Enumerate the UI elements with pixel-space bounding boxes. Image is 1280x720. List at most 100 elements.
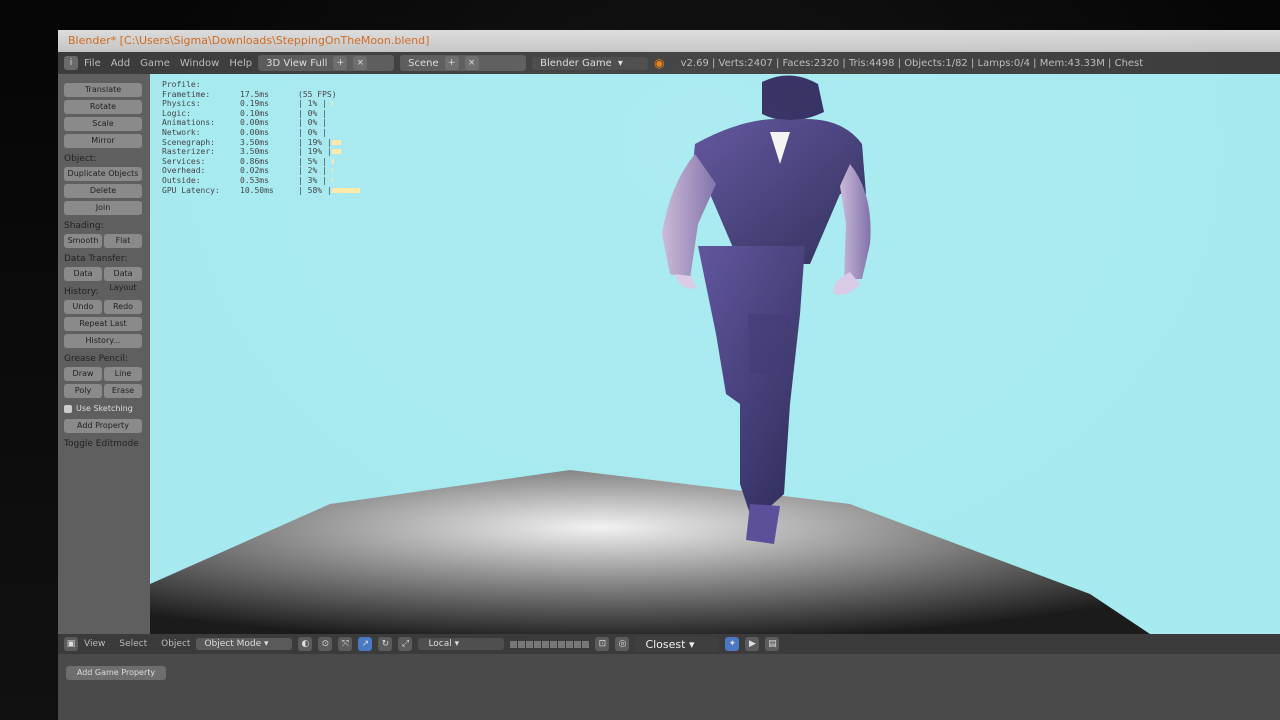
transform-orientation-select[interactable]: Local ▾ <box>418 638 505 650</box>
blender-logo-icon: ◉ <box>654 56 665 70</box>
add-game-property-button[interactable]: Add Game Property <box>66 666 166 680</box>
tool-button[interactable]: Undo <box>64 300 102 314</box>
tool-button[interactable]: Line <box>104 367 142 381</box>
tool-button[interactable]: Join <box>64 201 142 215</box>
tool-button-row: Draw Line <box>64 367 144 381</box>
manipulator-icon[interactable]: ⤧ <box>338 637 353 651</box>
header-menu-window[interactable]: Window <box>180 58 219 69</box>
tool-button[interactable]: Redo <box>104 300 142 314</box>
add-icon[interactable]: + <box>444 56 459 70</box>
snap-icon[interactable]: ✦ <box>725 637 740 651</box>
profile-pct: (55 FPS) <box>298 89 337 99</box>
mode-label: Object Mode <box>204 639 262 649</box>
tool-button[interactable]: Rotate <box>64 100 142 114</box>
profile-ms: 0.00ms <box>240 118 269 128</box>
logic-editor: Add Game Property <box>58 654 1280 720</box>
profile-name: Rasterizer: <box>162 147 215 157</box>
tool-checkbox[interactable]: Use Sketching <box>64 404 144 413</box>
tool-shelf: Translate Rotate Scale Mirror Object: Duplica… <box>58 74 150 634</box>
tool-button[interactable]: Repeat Last <box>64 317 142 331</box>
profile-pct: | 1% | <box>298 99 327 109</box>
profile-ms: 3.50ms <box>240 137 269 147</box>
3d-viewport[interactable]: Profile: Frametime: 17.5ms (55 FPS) Physics… <box>150 74 1280 634</box>
profile-row: Overhead: 0.02ms | 2% | <box>162 166 360 176</box>
header-menu-help[interactable]: Help <box>229 58 252 69</box>
pivot-point-icon[interactable]: ⊙ <box>318 637 333 651</box>
close-icon[interactable]: × <box>353 56 368 70</box>
render-engine-select[interactable]: Blender Game ▾ <box>532 56 649 70</box>
profile-pct: | 2% | <box>298 166 327 176</box>
viewport-header: ▣ View Select Object Object Mode ▾ ◐ ⊙ ⤧ ↗… <box>58 634 1280 654</box>
tool-section-label: Data Transfer: <box>64 254 128 264</box>
profile-pct: | 19% | <box>298 137 332 147</box>
profile-row: Scenegraph: 3.50ms | 19% | <box>162 138 360 148</box>
viewport-menu-view[interactable]: View <box>84 639 105 649</box>
editor-type-icon[interactable]: ▣ <box>64 637 78 651</box>
tool-button[interactable]: Delete <box>64 184 142 198</box>
header-menu-file[interactable]: File <box>84 58 101 69</box>
header-menu-game[interactable]: Game <box>140 58 170 69</box>
translate-manipulator-icon[interactable]: ↗ <box>358 637 373 651</box>
profile-ms: 0.00ms <box>240 127 269 137</box>
camera-icon[interactable]: ▤ <box>765 637 780 651</box>
screen-layout-select[interactable]: 3D View Full + × <box>258 55 395 71</box>
profile-pct: | 3% | <box>298 175 327 185</box>
chevron-down-icon: ▾ <box>688 637 695 651</box>
viewport-menu-select[interactable]: Select <box>119 639 147 649</box>
proportional-edit-icon[interactable]: ◎ <box>615 637 630 651</box>
editor-type-icon[interactable]: i <box>64 56 78 70</box>
profile-pct: | 0% | <box>298 108 327 118</box>
profile-title: Profile: <box>162 80 201 89</box>
snap-target-select[interactable]: Closest ▾ <box>635 636 720 652</box>
scene-label: Scene <box>408 57 439 69</box>
scale-manipulator-icon[interactable]: ⤢ <box>398 637 413 651</box>
tool-button[interactable]: Poly <box>64 384 102 398</box>
shading-solid-icon[interactable]: ◐ <box>298 637 313 651</box>
engine-label: Blender Game <box>540 57 612 69</box>
info-header: i File Add Game Window Help 3D View Full + ×… <box>58 52 1280 74</box>
profile-name: Services: <box>162 156 206 166</box>
tool-button[interactable]: Flat <box>104 234 142 248</box>
profile-ms: 17.5ms <box>240 89 269 99</box>
viewport-menu-object[interactable]: Object <box>161 639 190 649</box>
close-icon[interactable]: × <box>464 56 479 70</box>
tool-button[interactable]: Duplicate Objects <box>64 167 142 181</box>
lock-camera-icon[interactable]: ⊡ <box>595 637 610 651</box>
chevron-down-icon: ▾ <box>617 57 623 69</box>
scene-select[interactable]: Scene + × <box>400 55 527 71</box>
tool-button-row: Undo Redo <box>64 300 144 314</box>
profile-row: Outside: 0.53ms | 3% | <box>162 176 360 186</box>
header-menu-add[interactable]: Add <box>111 58 130 69</box>
profile-pct: | 0% | <box>298 127 327 137</box>
checkbox-label: Use Sketching <box>76 404 133 413</box>
tool-button[interactable]: Data Layout <box>104 267 142 292</box>
tool-button[interactable]: Mirror <box>64 134 142 148</box>
tool-button[interactable]: Add Property <box>64 419 142 433</box>
profile-name: Physics: <box>162 99 201 109</box>
tool-button[interactable]: History... <box>64 334 142 348</box>
profile-name: Frametime: <box>162 89 211 99</box>
render-icon[interactable]: ▶ <box>745 637 760 651</box>
profile-row: Network: 0.00ms | 0% | <box>162 128 360 138</box>
profile-ms: 0.02ms <box>240 166 269 176</box>
scene-stats: v2.69 | Verts:2407 | Faces:2320 | Tris:4… <box>680 57 1144 69</box>
profile-name: Overhead: <box>162 166 206 176</box>
tool-button[interactable]: Smooth <box>64 234 102 248</box>
profile-ms: 0.10ms <box>240 108 269 118</box>
rotate-manipulator-icon[interactable]: ↻ <box>378 637 393 651</box>
object-mode-select[interactable]: Object Mode ▾ <box>196 638 293 650</box>
tool-button[interactable]: Translate <box>64 83 142 97</box>
add-icon[interactable]: + <box>333 56 348 70</box>
tool-button[interactable]: Scale <box>64 117 142 131</box>
profile-name: Animations: <box>162 118 215 128</box>
tool-button[interactable]: Data <box>64 267 102 281</box>
tool-button[interactable]: Erase <box>104 384 142 398</box>
profile-pct: | 5% | <box>298 156 327 166</box>
profile-bar <box>332 139 341 145</box>
chevron-down-icon: ▾ <box>454 639 460 649</box>
tool-button[interactable]: Draw <box>64 367 102 381</box>
profile-ms: 0.19ms <box>240 99 269 109</box>
layer-buttons[interactable] <box>510 640 590 648</box>
profile-row: GPU Latency: 10.50ms | 58% | <box>162 186 360 196</box>
window-title: Blender* [C:\Users\Sigma\Downloads\Stepp… <box>58 30 1280 52</box>
